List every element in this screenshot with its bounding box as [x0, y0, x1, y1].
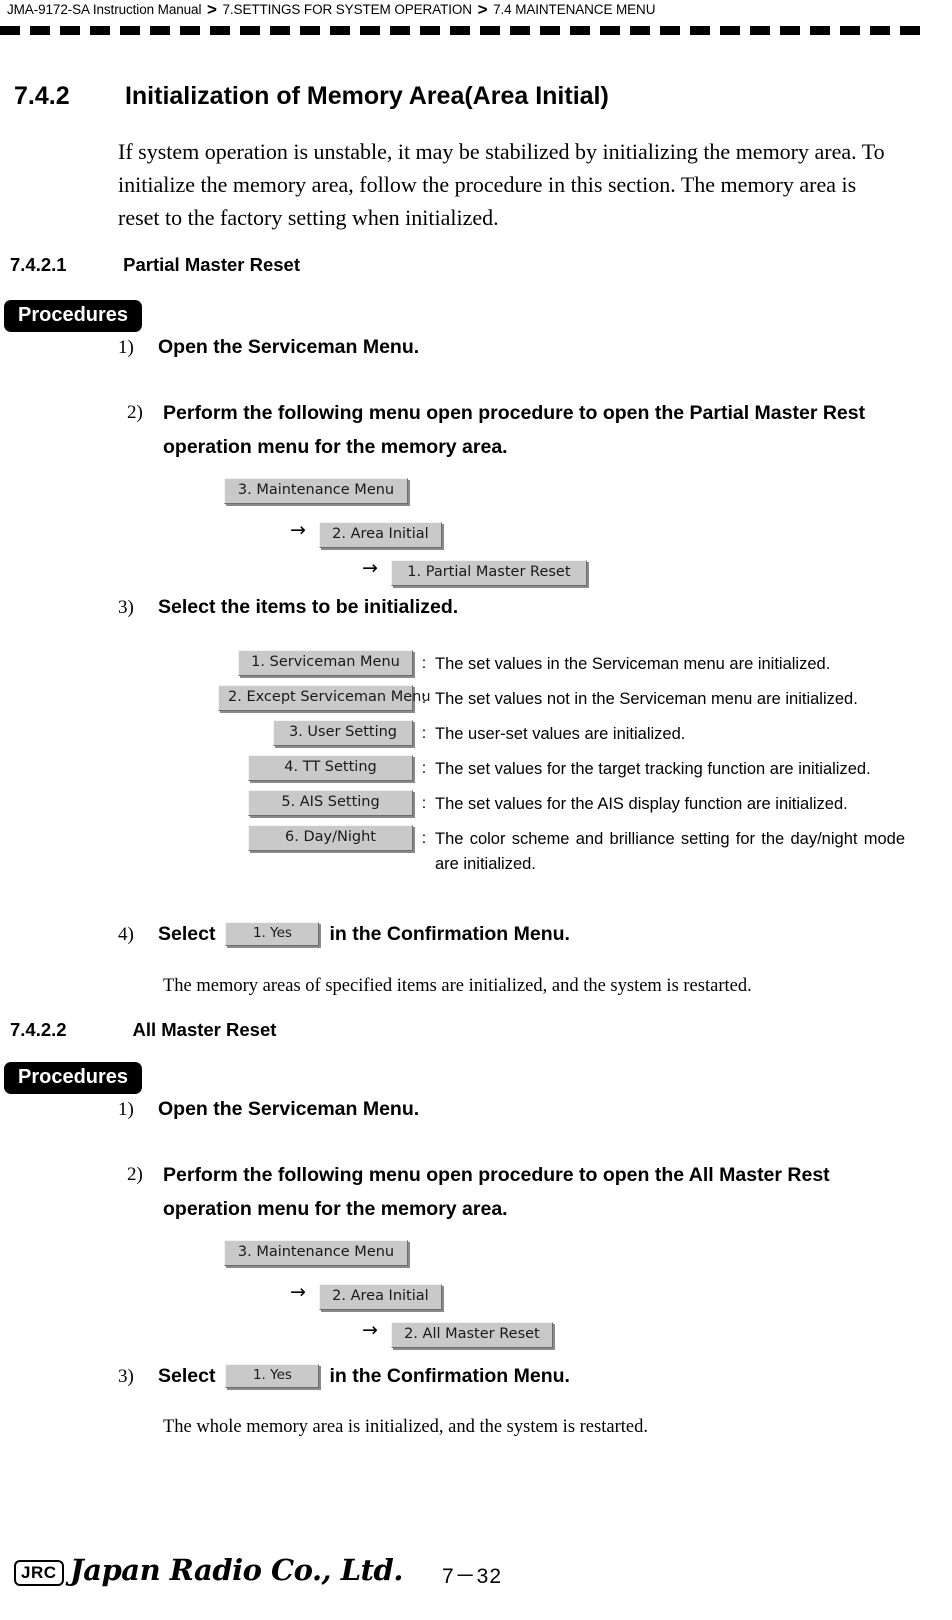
init-item-description: The user-set values are initialized.: [435, 725, 686, 743]
result-note-all: The whole memory area is initialized, an…: [163, 1417, 648, 1437]
menu-key-yes-all[interactable]: 1. Yes: [225, 1364, 320, 1388]
page-footer: JRC Japan Radio Co., Ltd. 7－32: [0, 1552, 952, 1612]
init-item-row: 6. Day/Night : The color scheme and bril…: [218, 825, 928, 877]
heading-7-4-2-1: 7.4.2.1 Partial Master Reset: [10, 254, 300, 276]
step-2-partial: 2) Perform the following menu open proce…: [127, 396, 923, 464]
jrc-logo-icon: JRC: [14, 1560, 64, 1586]
step-4-partial: 4) Select 1. Yes in the Confirmation Men…: [118, 922, 570, 946]
step-3-all-text-after: in the Confirmation Menu.: [329, 1365, 570, 1387]
menu-key-serviceman-menu[interactable]: 1. Serviceman Menu: [238, 650, 413, 676]
breadcrumb-manual: JMA-9172-SA Instruction Manual: [7, 2, 202, 17]
step-3-partial-marker: 3): [118, 597, 134, 618]
step-1-partial-text: Open the Serviceman Menu.: [158, 336, 420, 358]
init-item-row: 3. User Setting : The user-set values ar…: [218, 720, 928, 748]
menu-key-maintenance-menu[interactable]: 3. Maintenance Menu: [224, 478, 408, 504]
init-item-description: The set values in the Serviceman menu ar…: [435, 655, 831, 673]
init-item-key-cell: 4. TT Setting: [218, 755, 413, 781]
menu-key-maintenance-menu-2[interactable]: 3. Maintenance Menu: [224, 1240, 408, 1266]
init-item-row: 5. AIS Setting : The set values for the …: [218, 790, 928, 818]
page-number: 7－32: [441, 1565, 503, 1588]
menu-key-yes-partial[interactable]: 1. Yes: [225, 922, 320, 946]
step-2-partial-text: Perform the following menu open procedur…: [163, 402, 866, 458]
init-item-description: The set values not in the Serviceman men…: [435, 690, 858, 708]
menu-key-day-night[interactable]: 6. Day/Night: [248, 825, 413, 851]
step-1-all: 1) Open the Serviceman Menu.: [118, 1098, 419, 1121]
step-2-all-text: Perform the following menu open procedur…: [163, 1164, 830, 1220]
heading-7-4-2-1-number: 7.4.2.1: [10, 254, 67, 275]
procedures-badge-partial: Procedures: [4, 300, 143, 332]
menu-chain-row-3-all: → 2. All Master Reset: [362, 1319, 553, 1348]
init-item-description: The set values for the AIS display funct…: [435, 795, 848, 813]
step-2-all-marker: 2): [127, 1164, 143, 1185]
heading-7-4-2-number: 7.4.2: [14, 82, 70, 110]
menu-key-area-initial[interactable]: 2. Area Initial: [318, 522, 442, 548]
breadcrumb-section: 7.4 MAINTENANCE MENU: [493, 2, 656, 17]
arrow-right-icon-3: →: [290, 1281, 306, 1303]
init-item-row: 4. TT Setting : The set values for the t…: [218, 755, 928, 783]
menu-chain-row-2-partial: → 2. Area Initial: [290, 519, 442, 548]
menu-key-user-setting[interactable]: 3. User Setting: [273, 720, 413, 746]
step-1-all-marker: 1): [118, 1099, 134, 1120]
init-item-key-cell: 5. AIS Setting: [218, 790, 413, 816]
heading-7-4-2-2-title: All Master Reset: [132, 1019, 277, 1040]
init-item-colon: :: [421, 830, 427, 847]
init-item-row: 2. Except Serviceman Menu : The set valu…: [218, 685, 928, 713]
init-item-colon: :: [421, 655, 427, 672]
step-3-all-marker: 3): [118, 1366, 134, 1387]
step-2-partial-marker: 2): [127, 402, 143, 423]
breadcrumb-chapter: 7.SETTINGS FOR SYSTEM OPERATION: [222, 2, 473, 17]
step-4-partial-text-after: in the Confirmation Menu.: [329, 923, 570, 945]
step-2-all: 2) Perform the following menu open proce…: [127, 1158, 863, 1226]
init-item-colon: :: [421, 760, 427, 777]
menu-key-ais-setting[interactable]: 5. AIS Setting: [248, 790, 413, 816]
step-3-partial: 3) Select the items to be initialized.: [118, 596, 458, 619]
menu-key-all-master-reset[interactable]: 2. All Master Reset: [390, 1322, 553, 1348]
heading-7-4-2-1-title: Partial Master Reset: [123, 254, 301, 275]
menu-key-tt-setting[interactable]: 4. TT Setting: [248, 755, 413, 781]
init-item-description: The set values for the target tracking f…: [435, 760, 871, 778]
init-item-row: 1. Serviceman Menu : The set values in t…: [218, 650, 928, 678]
step-3-all-text-before: Select: [158, 1365, 216, 1387]
page-header: JMA-9172-SA Instruction Manual > 7.SETTI…: [0, 0, 952, 44]
step-3-all: 3) Select 1. Yes in the Confirmation Men…: [118, 1364, 570, 1388]
step-3-partial-text: Select the items to be initialized.: [158, 596, 459, 618]
init-item-key-cell: 3. User Setting: [218, 720, 413, 746]
header-dashed-rule: [0, 26, 930, 35]
initialization-items-list: 1. Serviceman Menu : The set values in t…: [218, 650, 928, 884]
heading-7-4-2-2: 7.4.2.2 All Master Reset: [10, 1019, 276, 1041]
init-item-key-cell: 2. Except Serviceman Menu: [218, 685, 431, 711]
init-item-key-cell: 6. Day/Night: [218, 825, 413, 851]
menu-chain-row-2-all: → 2. Area Initial: [290, 1281, 442, 1310]
procedures-badge-all: Procedures: [4, 1062, 143, 1094]
menu-chain-row-1-all: 3. Maintenance Menu: [224, 1240, 408, 1266]
heading-7-4-2-title: Initialization of Memory Area(Area Initi…: [124, 82, 609, 110]
heading-7-4-2: 7.4.2 Initialization of Memory Area(Area…: [14, 82, 609, 111]
result-note-partial: The memory areas of specified items are …: [163, 976, 752, 996]
step-4-partial-text-before: Select: [158, 923, 216, 945]
step-1-partial: 1) Open the Serviceman Menu.: [118, 336, 419, 359]
menu-chain-row-1-partial: 3. Maintenance Menu: [224, 478, 408, 504]
breadcrumb: JMA-9172-SA Instruction Manual > 7.SETTI…: [7, 0, 655, 20]
breadcrumb-separator-1: >: [207, 0, 217, 19]
init-item-colon: :: [421, 795, 427, 812]
arrow-right-icon-1: →: [290, 519, 306, 541]
menu-key-area-initial-2[interactable]: 2. Area Initial: [318, 1284, 442, 1310]
menu-chain-row-3-partial: → 1. Partial Master Reset: [362, 557, 587, 586]
arrow-right-icon-2: →: [362, 557, 378, 579]
intro-paragraph: If system operation is unstable, it may …: [118, 139, 885, 230]
init-item-colon: :: [421, 690, 427, 707]
heading-7-4-2-2-number: 7.4.2.2: [10, 1019, 67, 1040]
arrow-right-icon-4: →: [362, 1319, 378, 1341]
menu-key-partial-master-reset[interactable]: 1. Partial Master Reset: [390, 560, 587, 586]
step-1-partial-marker: 1): [118, 337, 134, 358]
step-1-all-text: Open the Serviceman Menu.: [158, 1098, 420, 1120]
company-wordmark: Japan Radio Co., Ltd.: [70, 1553, 403, 1587]
init-item-colon: :: [421, 725, 427, 742]
init-item-key-cell: 1. Serviceman Menu: [218, 650, 413, 676]
step-4-partial-marker: 4): [118, 924, 134, 945]
init-item-description: The color scheme and brilliance setting …: [435, 830, 905, 873]
breadcrumb-separator-2: >: [477, 0, 488, 19]
menu-key-except-serviceman-menu[interactable]: 2. Except Serviceman Menu: [218, 685, 431, 711]
